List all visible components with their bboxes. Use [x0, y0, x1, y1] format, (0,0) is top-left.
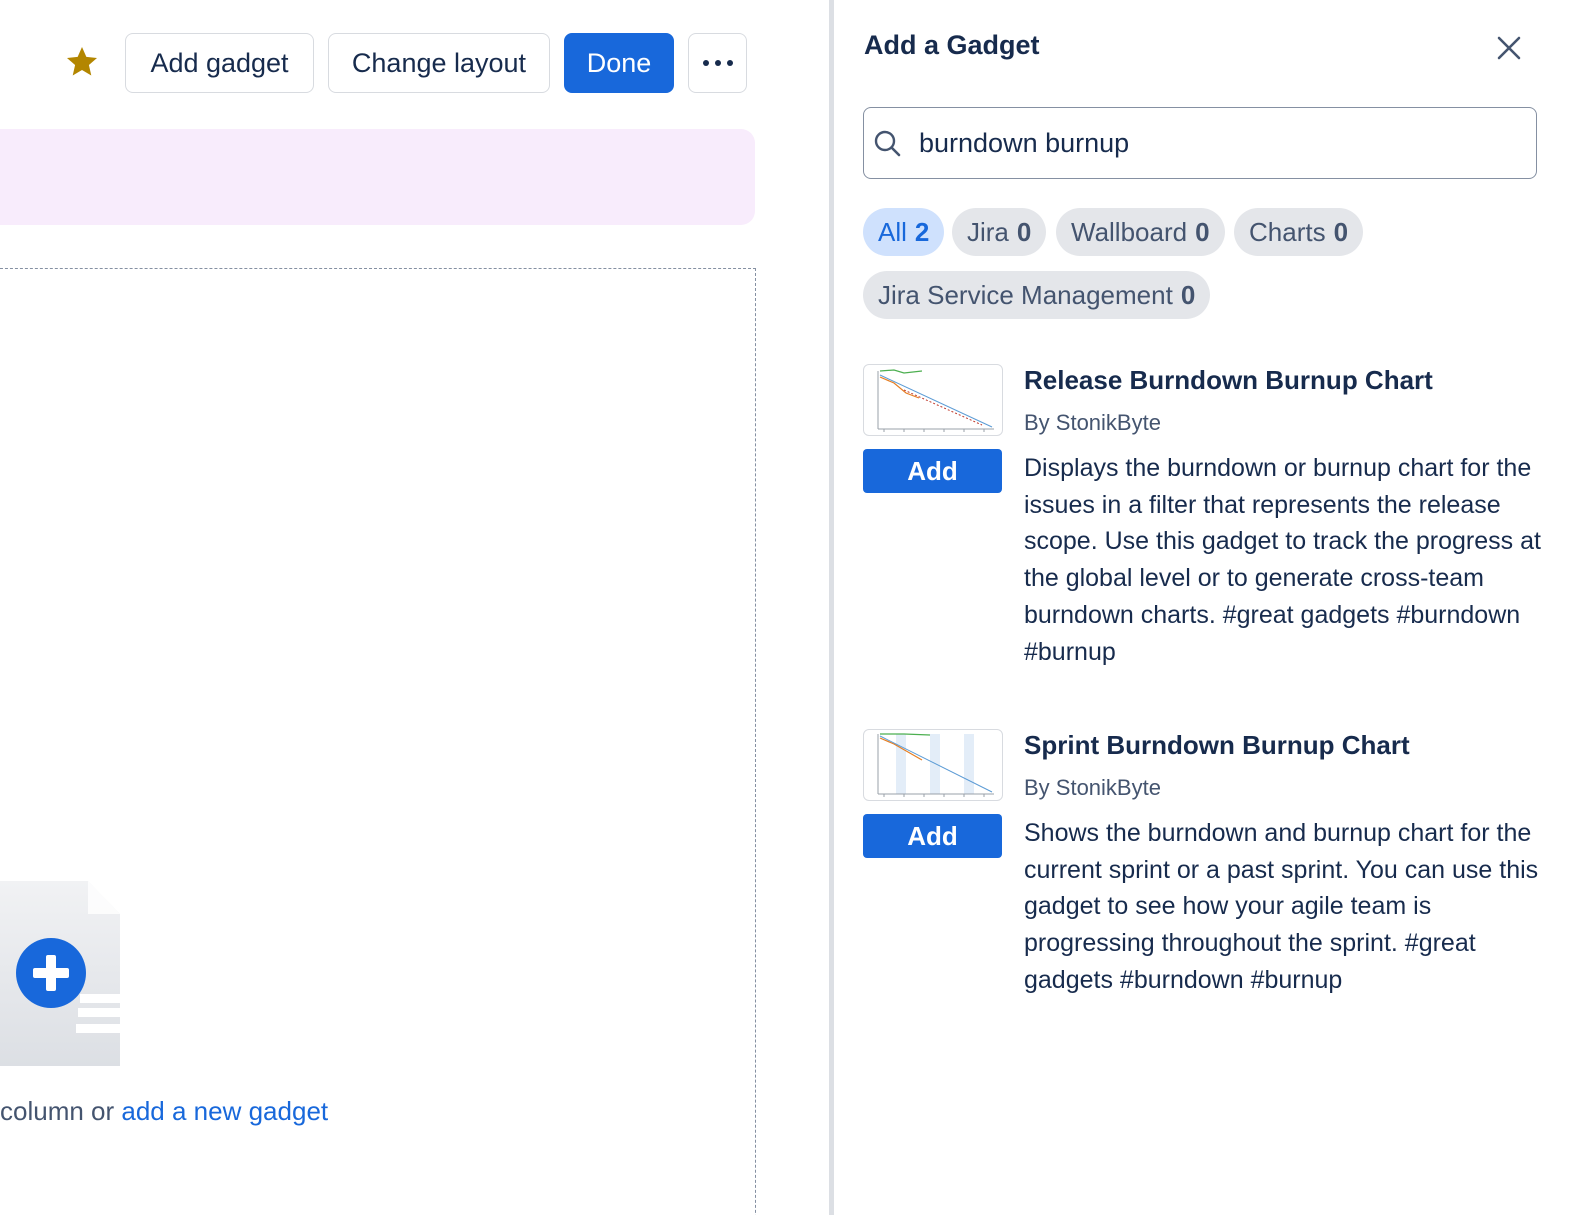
more-actions-button[interactable] [688, 33, 747, 93]
filter-chip-count: 0 [1195, 216, 1210, 247]
filter-chip-all[interactable]: All 2 [863, 208, 945, 256]
filter-chip-label: Charts [1249, 216, 1326, 247]
gadget-author: By StonikByte [1024, 775, 1161, 800]
chart-thumbnail-image [877, 733, 994, 797]
empty-gadget-illustration [0, 881, 152, 1066]
add-gadget-panel: Add a Gadget All2 Jira0 Wallboard0 Chart… [834, 0, 1595, 1215]
done-button[interactable]: Done [564, 33, 674, 93]
gadget-description: Displays the burndown or burnup chart fo… [1024, 454, 1541, 666]
star-icon[interactable] [64, 44, 100, 80]
filter-chip-count: 0 [1333, 216, 1349, 247]
filter-chip-label: Jira Service Management [878, 279, 1173, 310]
gadget-search-box[interactable] [863, 107, 1537, 179]
gadget-description: Shows the burndown and burnup chart for … [1024, 819, 1539, 994]
close-icon [1497, 36, 1521, 60]
dashboard-area: Add gadget Change layout Done column or … [0, 0, 830, 1215]
change-layout-button[interactable]: Change layout [328, 33, 550, 93]
filter-chip-count: 2 [914, 216, 930, 247]
add-sprint-gadget-button[interactable]: Add [863, 814, 1002, 858]
add-gadget-button[interactable]: Add gadget [125, 33, 314, 93]
chart-thumbnail-image [877, 369, 994, 432]
filter-chip-count: 0 [1016, 216, 1032, 247]
gadget-search-input[interactable] [919, 118, 1519, 168]
filter-chip-label: Jira [967, 216, 1009, 247]
gadget-title[interactable]: Sprint Burndown Burnup Chart [1024, 730, 1410, 761]
more-icon [702, 60, 733, 66]
gadget-thumbnail [863, 364, 1003, 436]
filter-chip-label: All [878, 216, 907, 247]
gadget-title[interactable]: Release Burndown Burnup Chart [1024, 365, 1433, 396]
search-icon [874, 130, 901, 157]
add-release-gadget-button[interactable]: Add [863, 449, 1002, 493]
gadget-thumbnail [863, 729, 1003, 801]
dashboard-banner [0, 129, 755, 225]
filter-chip-count: 0 [1180, 279, 1196, 310]
filter-chip-jira[interactable]: Jira 0 [952, 208, 1047, 256]
filter-chip-label: Wallboard [1071, 216, 1188, 247]
filter-chip-charts[interactable]: Charts 0 [1234, 208, 1364, 256]
add-new-gadget-link[interactable]: add a new gadget [121, 1096, 328, 1126]
filter-chip-wallboard[interactable]: Wallboard 0 [1056, 208, 1225, 256]
gadget-author: By StonikByte [1024, 410, 1161, 435]
close-panel-button[interactable] [1489, 28, 1529, 68]
filter-chip-jira-service-management[interactable]: Jira Service Management 0 [863, 271, 1211, 319]
panel-title: Add a Gadget [864, 30, 1040, 60]
empty-text-prefix: column or [0, 1096, 122, 1126]
empty-column-text: column or add a new gadget [0, 1096, 328, 1127]
